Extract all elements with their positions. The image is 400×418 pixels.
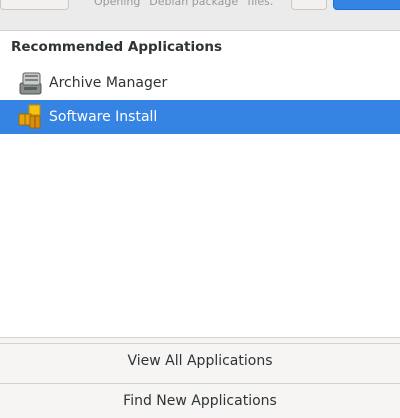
find-new-applications-button[interactable]: Find New Applications [0,383,400,418]
app-item-label: Software Install [49,109,158,125]
cancel-button[interactable] [0,0,69,10]
software-install-icon [18,104,41,129]
app-item-label: Archive Manager [49,75,168,91]
header-secondary-button[interactable] [291,0,327,10]
dialog-subtitle: Opening “Debian package” files. [94,0,274,8]
application-list: Recommended Applications Archive Manager… [0,31,400,338]
select-button[interactable] [333,0,400,10]
view-all-applications-button[interactable]: View All Applications [0,343,400,378]
header-bar: Opening “Debian package” files. [0,0,400,31]
section-title: Recommended Applications [11,39,223,55]
view-all-applications-label: View All Applications [127,353,273,369]
archive-manager-icon [19,72,42,95]
app-item-software-install[interactable]: Software Install [0,100,400,134]
app-item-archive-manager[interactable]: Archive Manager [0,66,400,100]
find-new-applications-label: Find New Applications [123,393,277,409]
